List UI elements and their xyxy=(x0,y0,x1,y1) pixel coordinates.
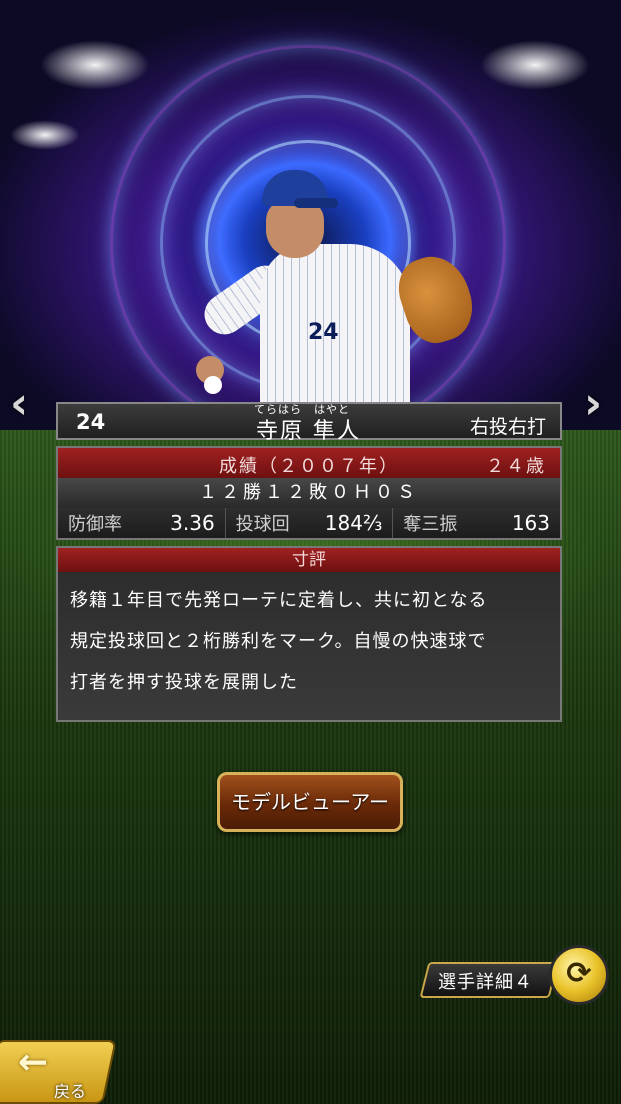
player-name: 寺原 隼人 xyxy=(256,419,361,444)
player-image: 24 xyxy=(190,170,482,414)
era-value: 3.36 xyxy=(170,511,215,535)
player-age: ２４歳 xyxy=(486,456,546,477)
comment-heading: 寸評 xyxy=(58,548,560,572)
throws-bats: 右投右打 xyxy=(469,416,546,438)
back-label: 戻る xyxy=(54,1082,87,1101)
season-record: １２勝１２敗０Ｈ０Ｓ xyxy=(58,478,560,508)
innings-value: 184⅔ xyxy=(324,511,383,535)
player-name-bar: 24 てらはら はやと 寺原 隼人 右投右打 xyxy=(56,402,562,444)
chevron-left-icon: ‹ xyxy=(10,378,29,429)
stats-header: 成績（２００７年） ２４歳 xyxy=(58,448,560,478)
era-label: 防御率 xyxy=(68,514,122,535)
strikeouts-cell: 奪三振 163 xyxy=(393,508,560,538)
innings-cell: 投球回 184⅔ xyxy=(226,508,394,538)
strikeouts-label: 奪三振 xyxy=(403,514,458,535)
cycle-arrows-icon: ⟳ xyxy=(566,956,592,991)
cycle-button[interactable]: ⟳ xyxy=(549,945,609,1005)
comment-panel: 寸評 移籍１年目で先発ローテに定着し、共に初となる 規定投球回と２桁勝利をマーク… xyxy=(56,546,562,722)
stat-row: 防御率 3.36 投球回 184⅔ 奪三振 163 xyxy=(58,508,560,538)
comment-line: 打者を押す投球を展開した xyxy=(70,672,298,693)
innings-label: 投球回 xyxy=(235,514,290,535)
comment-line: 規定投球回と２桁勝利をマーク。自慢の快速球で xyxy=(70,631,487,652)
strikeouts-value: 163 xyxy=(511,511,551,535)
player-number: 24 xyxy=(76,410,106,434)
back-arrow-icon: ← xyxy=(18,1042,49,1083)
next-player-arrow[interactable]: › xyxy=(584,378,602,429)
prev-player-arrow[interactable]: ‹ xyxy=(10,378,28,429)
season-label: 成績（２００７年） xyxy=(219,456,399,477)
comment-text: 移籍１年目で先発ローテに定着し、共に初となる 規定投球回と２桁勝利をマーク。自慢… xyxy=(58,572,560,711)
player-detail-label: 選手詳細４ xyxy=(438,972,533,993)
chevron-right-icon: › xyxy=(584,378,603,429)
era-cell: 防御率 3.36 xyxy=(58,508,226,538)
stats-panel: 成績（２００７年） ２４歳 １２勝１２敗０Ｈ０Ｓ 防御率 3.36 投球回 18… xyxy=(56,446,562,540)
comment-line: 移籍１年目で先発ローテに定着し、共に初となる xyxy=(70,590,488,611)
model-viewer-button[interactable]: モデルビューアー xyxy=(217,772,403,832)
